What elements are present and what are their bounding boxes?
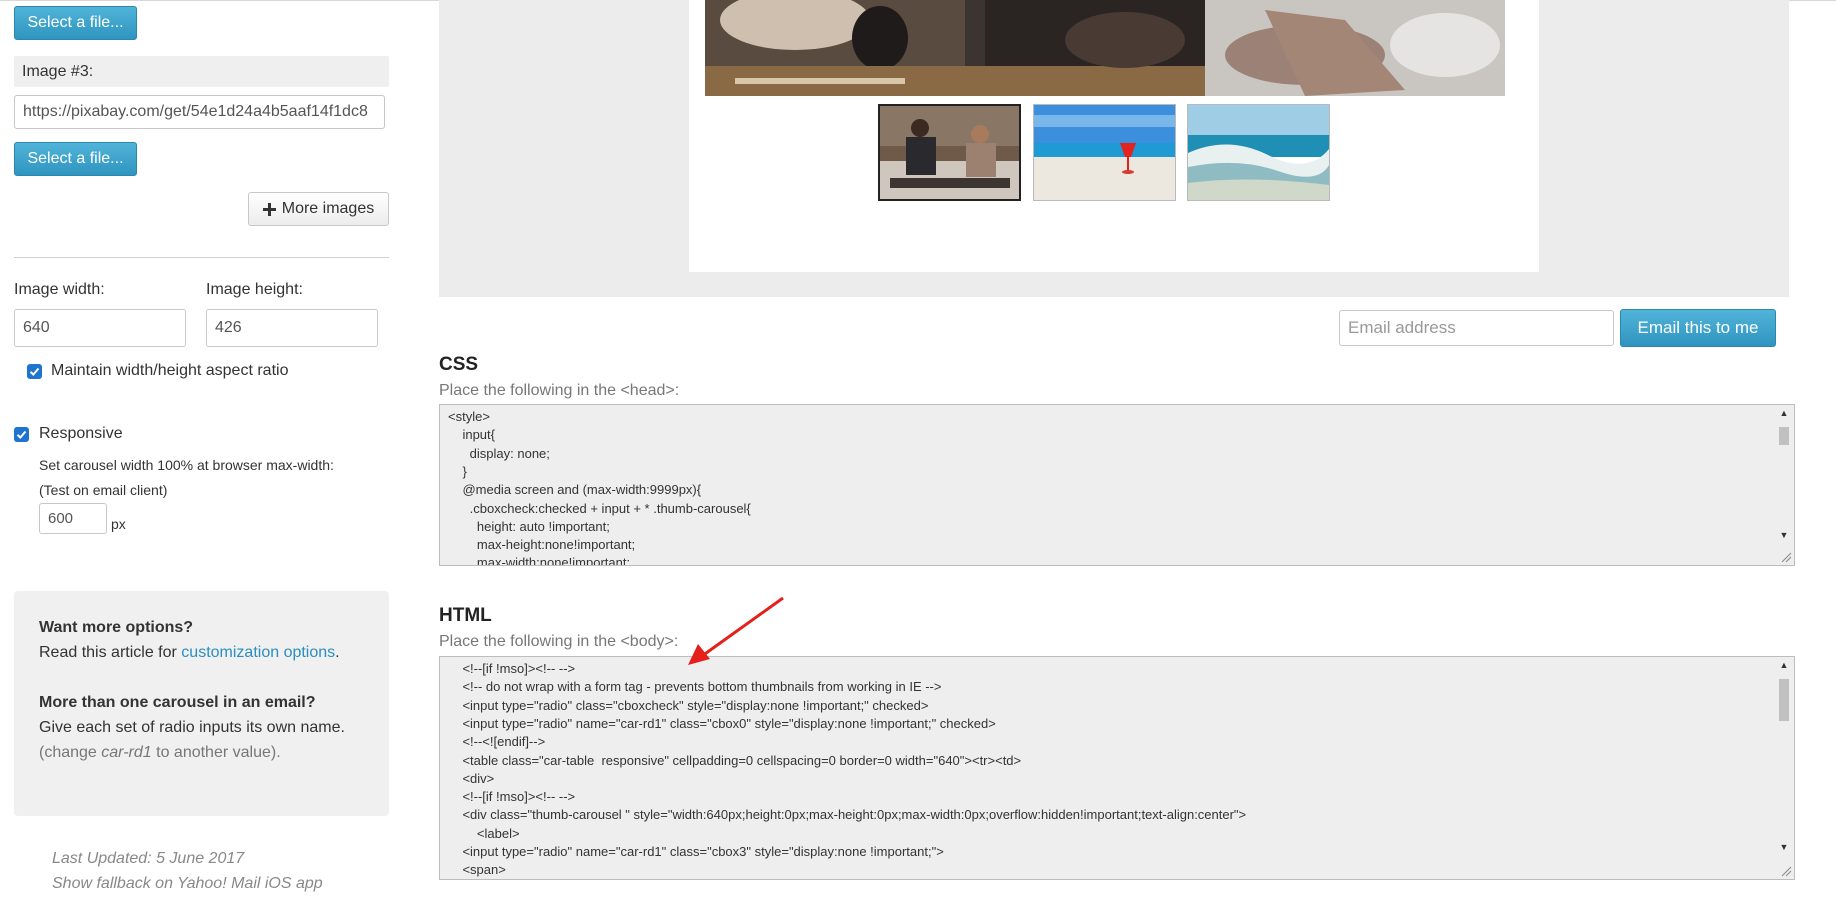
px-unit-label: px (111, 516, 126, 532)
image3-label: Image #3: (14, 56, 389, 87)
css-code-line: <style> (448, 409, 490, 424)
html-code-line: <span> (448, 862, 506, 878)
html-code-line: <table class="car-table responsive" cell… (448, 752, 1022, 768)
css-code-line: max-height:none!important; (448, 537, 636, 553)
info-q2-hint-suffix: to another value). (156, 744, 281, 761)
image-width-value: 640 (23, 319, 50, 336)
resize-grip-icon[interactable] (1780, 551, 1792, 563)
checkmark-icon (29, 367, 40, 376)
divider (14, 257, 389, 258)
thumb-couple-image (880, 106, 1019, 199)
email-address-input[interactable]: Email address (1339, 310, 1614, 346)
html-code-line: <input type="radio" class="cboxcheck" st… (448, 697, 929, 713)
css-section-title: CSS (439, 354, 479, 375)
last-updated-note: Last Updated: 5 June 2017 (52, 850, 245, 867)
image-height-value: 426 (215, 319, 242, 336)
scroll-up-arrow-icon[interactable]: ▲ (1776, 407, 1792, 419)
image-height-input[interactable]: 426 (206, 309, 378, 347)
more-images-button[interactable]: More images (248, 192, 389, 226)
info-q1-suffix: . (335, 644, 340, 661)
css-code-textarea[interactable]: <style> input{ display: none; } @media s… (439, 404, 1795, 566)
html-code-line: <div> (448, 770, 495, 786)
html-code-line: <input type="radio" name="car-rd1" class… (448, 844, 944, 859)
maintain-ratio-checkbox[interactable] (27, 364, 42, 379)
carousel-thumb-3[interactable] (1187, 104, 1330, 201)
max-width-value: 600 (48, 510, 74, 527)
html-scroll-thumb[interactable] (1779, 679, 1789, 721)
info-q1-text: Read this article for customization opti… (39, 644, 340, 662)
css-code-line: height: auto !important; (448, 518, 610, 534)
scroll-down-arrow-icon[interactable]: ▼ (1776, 529, 1792, 541)
info-q2-hint-prefix: (change (39, 744, 97, 761)
image-width-input[interactable]: 640 (14, 309, 186, 347)
annotation-arrow-icon (688, 596, 784, 665)
carousel-thumb-2[interactable] (1033, 104, 1176, 201)
info-q2-title: More than one carousel in an email? (39, 694, 316, 711)
html-code-line: <input type="radio" name="car-rd1" class… (448, 715, 996, 731)
max-width-input[interactable]: 600 (39, 503, 107, 534)
responsive-desc-1: Set carousel width 100% at browser max-w… (39, 457, 334, 473)
html-section-title: HTML (439, 605, 492, 626)
image3-url-input[interactable]: https://pixabay.com/get/54e1d24a4b5aaf14… (14, 95, 385, 129)
css-code-line: } (448, 463, 467, 479)
plus-icon (262, 202, 276, 216)
info-q1-prefix: Read this article for (39, 644, 177, 661)
customization-options-link[interactable]: customization options (181, 644, 335, 661)
css-code-line: input{ (448, 427, 495, 443)
css-scroll-thumb[interactable] (1779, 427, 1789, 445)
html-code-line: <div class="thumb-carousel " style="widt… (448, 807, 1247, 823)
css-scrollbar[interactable]: ▲ ▼ (1776, 407, 1792, 547)
scroll-down-arrow-icon[interactable]: ▼ (1776, 841, 1792, 853)
info-q2-hint-code: car-rd1 (101, 744, 152, 761)
fallback-note: Show fallback on Yahoo! Mail iOS app (52, 875, 323, 892)
thumb-wave-image (1188, 105, 1329, 200)
html-code-line: <!--[if !mso]><!-- --> (448, 789, 576, 805)
email-this-to-me-button[interactable]: Email this to me (1620, 309, 1776, 347)
select-file-button-3[interactable]: Select a file... (14, 142, 137, 176)
image3-url-value: https://pixabay.com/get/54e1d24a4b5aaf14… (23, 103, 368, 120)
html-code-line: <label> (448, 825, 520, 841)
scroll-up-arrow-icon[interactable]: ▲ (1776, 659, 1792, 671)
responsive-label: Responsive (39, 425, 123, 442)
info-q1-title: Want more options? (39, 619, 194, 636)
info-q2-hint: (change car-rd1 to another value). (39, 744, 281, 762)
select-file-button-2[interactable]: Select a file... (14, 6, 137, 40)
maintain-ratio-label: Maintain width/height aspect ratio (51, 362, 289, 379)
image-width-label: Image width: (14, 281, 105, 298)
responsive-desc-2: (Test on email client) (39, 482, 168, 498)
email-placeholder: Email address (1348, 318, 1456, 337)
html-code-textarea[interactable]: <!--[if !mso]><!-- --> <!-- do not wrap … (439, 656, 1795, 880)
css-code-line: max-width:none!important; (448, 555, 631, 566)
css-section-subtitle: Place the following in the <head>: (439, 382, 680, 399)
html-code-line: <!-- do not wrap with a form tag - preve… (448, 679, 942, 695)
css-code-line: display: none; (448, 445, 550, 461)
carousel-main-image (705, 0, 1505, 96)
html-scrollbar[interactable]: ▲ ▼ (1776, 659, 1792, 859)
responsive-checkbox[interactable] (14, 427, 29, 442)
info-q2-text: Give each set of radio inputs its own na… (39, 719, 345, 736)
html-code-line: <!--<![endif]--> (448, 734, 546, 750)
info-box: Want more options? Read this article for… (14, 591, 389, 816)
resize-grip-icon[interactable] (1780, 865, 1792, 877)
html-code-line: <!--[if !mso]><!-- --> (448, 661, 576, 676)
html-section-subtitle: Place the following in the <body>: (439, 633, 679, 650)
css-code-line: @media screen and (max-width:9999px){ (448, 482, 702, 498)
image-height-label: Image height: (206, 281, 303, 298)
checkmark-icon (16, 430, 27, 439)
more-images-label: More images (281, 200, 375, 217)
carousel-thumb-1[interactable] (878, 104, 1021, 201)
thumb-beach-drink-image (1034, 105, 1175, 200)
css-code-line: .cboxcheck:checked + input + * .thumb-ca… (448, 500, 751, 516)
